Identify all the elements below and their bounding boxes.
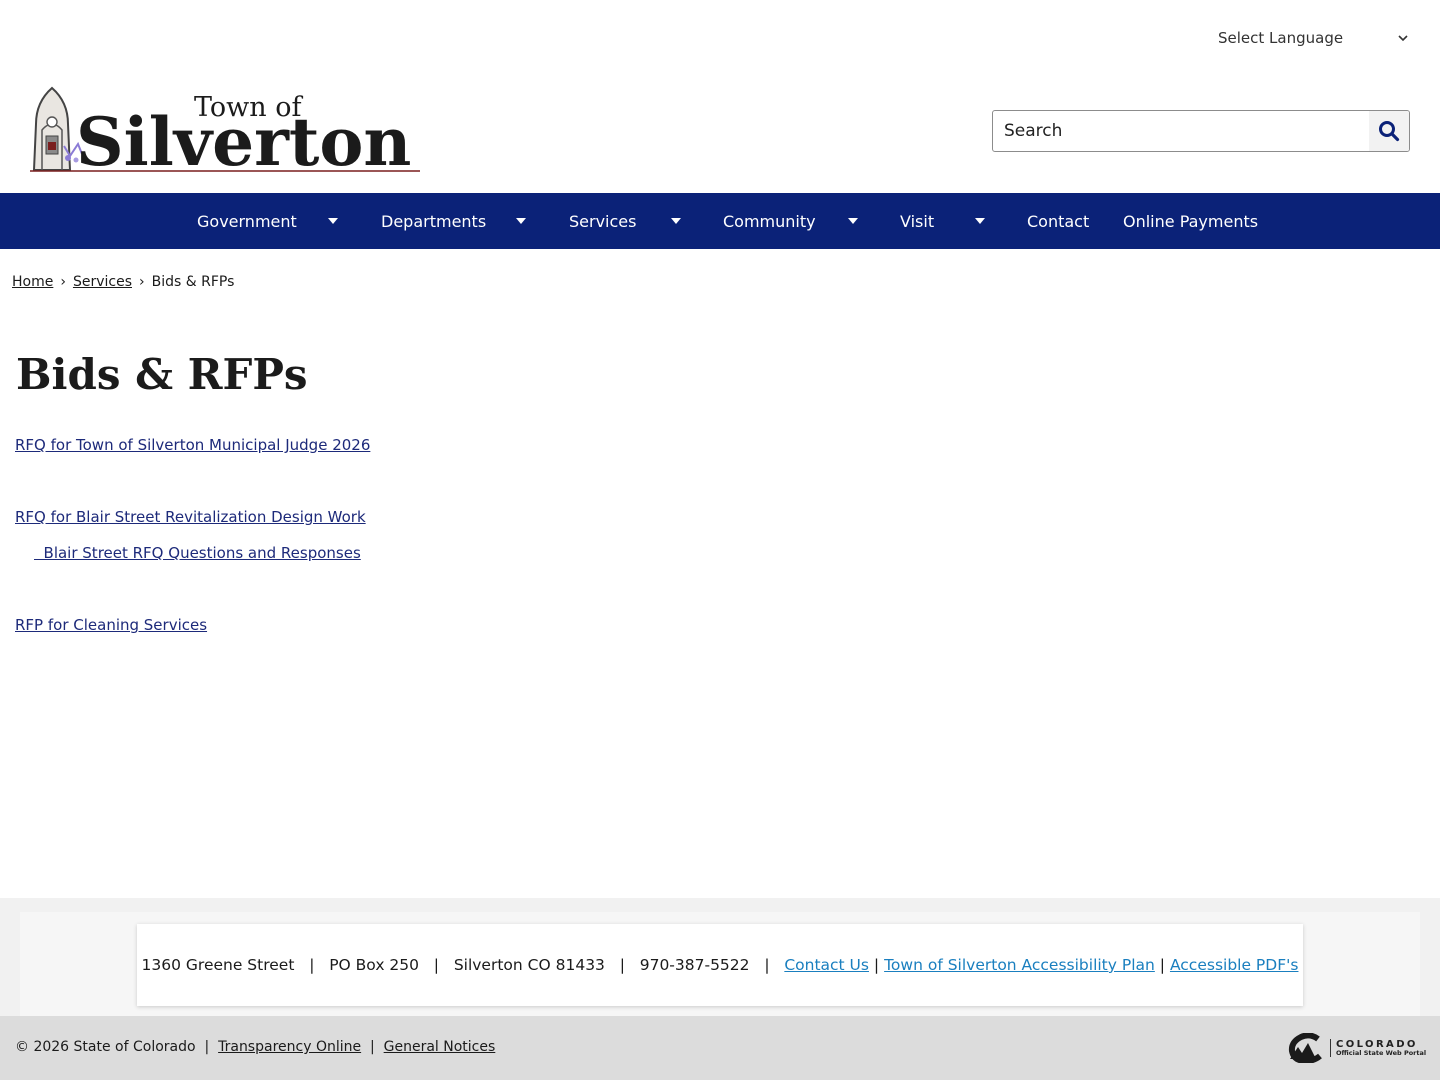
- language-select[interactable]: Select Language: [1208, 24, 1420, 52]
- copyright: © 2026 State of Colorado: [15, 1039, 196, 1055]
- site-logo[interactable]: Town of Silverton: [28, 84, 422, 181]
- search-icon: [1379, 121, 1400, 142]
- portal-tagline: Official State Web Portal: [1336, 1048, 1427, 1057]
- breadcrumb: Home › Services › Bids & RFPs: [12, 274, 234, 290]
- footer-phone: 970-387-5522: [639, 956, 750, 974]
- general-notices-link[interactable]: General Notices: [384, 1039, 496, 1055]
- nav-item-visit[interactable]: Visit: [900, 193, 934, 249]
- search-button[interactable]: [1369, 111, 1409, 151]
- breadcrumb-separator: ›: [139, 274, 145, 290]
- transparency-online-link[interactable]: Transparency Online: [218, 1039, 361, 1055]
- main-navigation: Government Departments Services Communit…: [0, 193, 1440, 249]
- nav-item-contact[interactable]: Contact: [1027, 193, 1089, 249]
- dropdown-caret-icon[interactable]: [328, 218, 338, 224]
- breadcrumb-current: Bids & RFPs: [151, 274, 235, 290]
- dropdown-caret-icon[interactable]: [848, 218, 858, 224]
- accessible-pdfs-link[interactable]: Accessible PDF's: [1170, 956, 1299, 974]
- nav-label: Community: [723, 211, 816, 231]
- chevron-down-icon: [1398, 35, 1408, 42]
- town-logo-graphic: Town of Silverton: [30, 86, 420, 181]
- breadcrumb-services-link[interactable]: Services: [73, 274, 132, 290]
- breadcrumb-separator: ›: [60, 274, 66, 290]
- colorado-c-icon: [1288, 1033, 1322, 1063]
- nav-label: Online Payments: [1123, 211, 1259, 231]
- nav-item-government[interactable]: Government: [197, 193, 297, 249]
- footer-city: Silverton CO 81433: [453, 956, 605, 974]
- dropdown-caret-icon[interactable]: [975, 218, 985, 224]
- nav-item-services[interactable]: Services: [569, 193, 636, 249]
- svg-text:Silverton: Silverton: [76, 103, 411, 176]
- blair-street-qa-link[interactable]: Blair Street RFQ Questions and Responses: [34, 544, 361, 562]
- nav-item-departments[interactable]: Departments: [381, 193, 486, 249]
- footer-street: 1360 Greene Street: [141, 956, 295, 974]
- breadcrumb-home-link[interactable]: Home: [12, 274, 53, 290]
- dropdown-caret-icon[interactable]: [516, 218, 526, 224]
- nav-item-online-payments[interactable]: Online Payments: [1123, 193, 1258, 249]
- rfp-cleaning-services-link[interactable]: RFP for Cleaning Services: [15, 616, 207, 634]
- colorado-portal-logo[interactable]: COLORADO Official State Web Portal: [1288, 1030, 1428, 1066]
- accessibility-plan-link[interactable]: Town of Silverton Accessibility Plan: [884, 956, 1155, 974]
- nav-label: Contact: [1027, 211, 1090, 231]
- nav-item-community[interactable]: Community: [723, 193, 816, 249]
- language-select-label: Select Language: [1218, 29, 1344, 47]
- rfq-blair-street-link[interactable]: RFQ for Blair Street Revitalization Desi…: [15, 508, 366, 526]
- page-title: Bids & RFPs: [16, 350, 308, 399]
- nav-label: Services: [569, 211, 637, 231]
- footer-contact-card: 1360 Greene Street | PO Box 250 | Silver…: [137, 924, 1303, 1006]
- search-input[interactable]: Search: [993, 121, 1369, 141]
- dropdown-caret-icon[interactable]: [671, 218, 681, 224]
- footer-po-box: PO Box 250: [329, 956, 420, 974]
- nav-label: Departments: [381, 211, 487, 231]
- rfq-municipal-judge-link[interactable]: RFQ for Town of Silverton Municipal Judg…: [15, 436, 370, 454]
- contact-us-link[interactable]: Contact Us: [784, 956, 869, 974]
- search-bar[interactable]: Search: [992, 110, 1410, 152]
- nav-label: Visit: [900, 211, 935, 231]
- bottom-bar-text: © 2026 State of Colorado | Transparency …: [15, 1039, 495, 1055]
- nav-label: Government: [197, 211, 297, 231]
